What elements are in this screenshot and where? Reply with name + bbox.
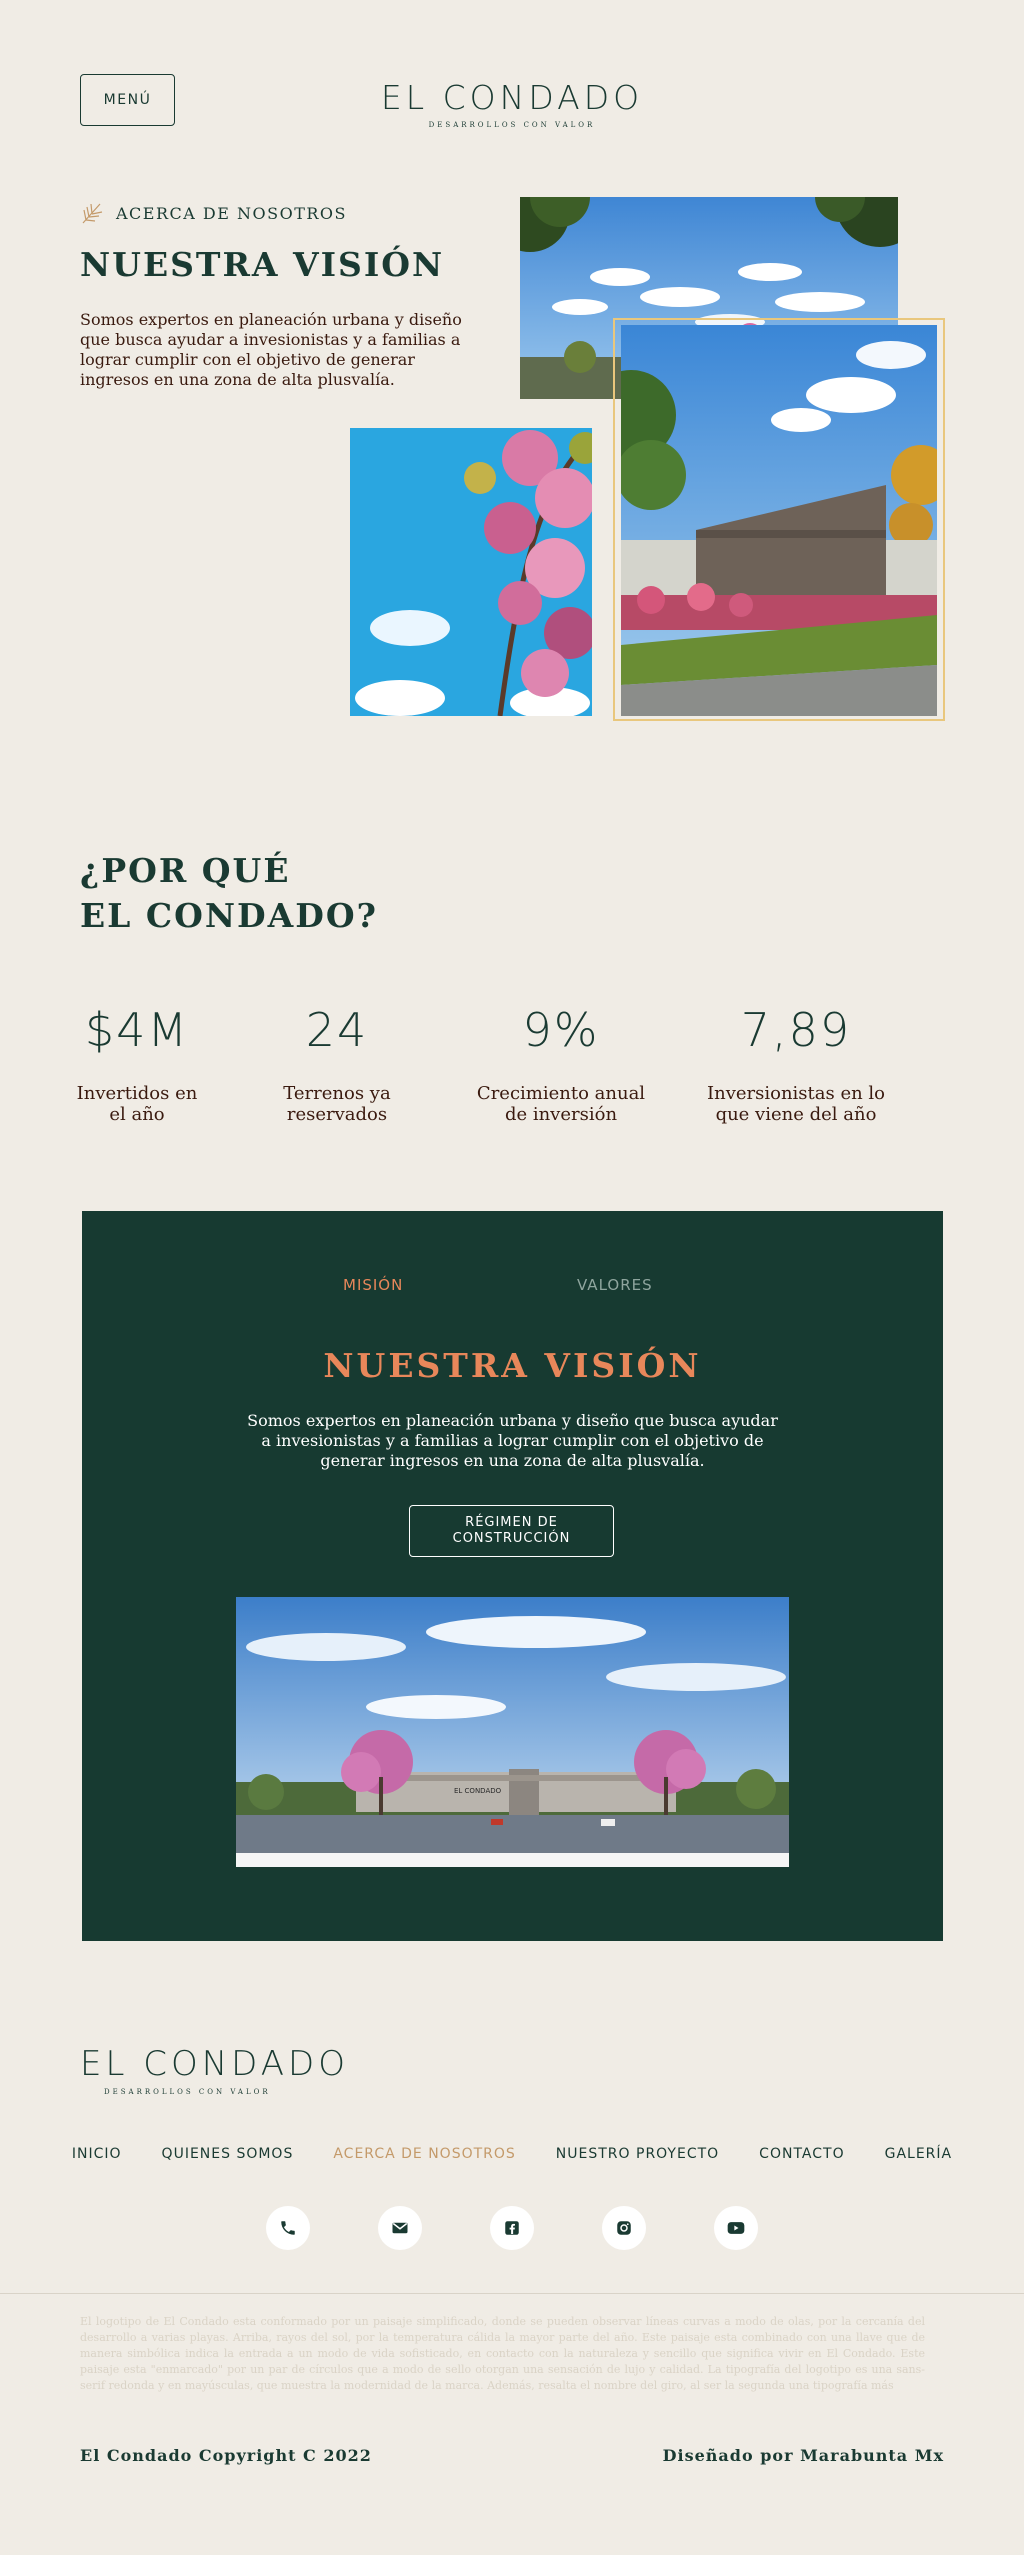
- logo-tagline: DESARROLLOS CON VALOR: [428, 121, 596, 129]
- phone-button[interactable]: [266, 2206, 310, 2250]
- construction-regime-button[interactable]: RÉGIMEN DE CONSTRUCCIÓN: [409, 1505, 614, 1557]
- entrance-gate-image: EL CONDADO: [236, 1597, 789, 1867]
- leaf-icon: [82, 203, 103, 224]
- mail-icon: [392, 2222, 408, 2234]
- stat-value: $4M: [84, 1003, 190, 1057]
- footer-nav-contacto[interactable]: CONTACTO: [759, 2146, 844, 2162]
- about-description: Somos expertos en planeación urbana y di…: [80, 310, 462, 389]
- panel-description: Somos expertos en planeación urbana y di…: [247, 1411, 778, 1470]
- stat-label: Inversionistas en lo que viene del año: [706, 1083, 886, 1125]
- tab-mission[interactable]: MISIÓN: [343, 1276, 403, 1294]
- stat-label: Invertidos en el año: [76, 1083, 198, 1125]
- stat-label: Terrenos ya reservados: [283, 1083, 391, 1125]
- section-eyebrow: ACERCA DE NOSOTROS: [80, 200, 347, 226]
- phone-icon: [281, 2221, 295, 2235]
- social-links: [0, 2206, 1024, 2250]
- stat-value: 9%: [522, 1003, 600, 1057]
- why-title: ¿POR QUÉ EL CONDADO?: [80, 848, 378, 938]
- footer-nav-quienes-somos[interactable]: QUIENES SOMOS: [162, 2146, 294, 2162]
- footer-nav-nuestro-proyecto[interactable]: NUESTRO PROYECTO: [556, 2146, 719, 2162]
- footer-logo-text: EL CONDADO: [80, 2044, 349, 2084]
- stat-value: 24: [305, 1003, 369, 1057]
- copyright-text: El Condado Copyright C 2022: [80, 2446, 372, 2465]
- designer-credit[interactable]: Diseñado por Marabunta Mx: [663, 2446, 944, 2465]
- tab-values[interactable]: VALORES: [577, 1276, 653, 1294]
- mail-button[interactable]: [378, 2206, 422, 2250]
- facebook-icon: [505, 2221, 519, 2235]
- pink-blossom-image: [350, 428, 592, 716]
- youtube-button[interactable]: [714, 2206, 758, 2250]
- about-title: NUESTRA VISIÓN: [80, 245, 445, 284]
- footer-nav-inicio[interactable]: INICIO: [72, 2146, 122, 2162]
- stat-value: 7,89: [740, 1003, 852, 1057]
- why-title-line2: EL CONDADO?: [80, 896, 378, 935]
- gate-sign-text: EL CONDADO: [454, 1787, 502, 1795]
- facebook-button[interactable]: [490, 2206, 534, 2250]
- footer-logo[interactable]: EL CONDADO DESARROLLOS CON VALOR: [80, 2044, 349, 2096]
- site-logo[interactable]: EL CONDADO DESARROLLOS CON VALOR: [0, 78, 1024, 129]
- stat-invested: $4M Invertidos en el año: [62, 1003, 212, 1125]
- instagram-icon: [617, 2221, 631, 2235]
- mission-panel: MISIÓN VALORES NUESTRA VISIÓN Somos expe…: [82, 1211, 943, 1941]
- logo-text: EL CONDADO: [380, 78, 644, 117]
- footer-nav: INICIO QUIENES SOMOS ACERCA DE NOSOTROS …: [0, 2146, 1024, 2162]
- why-title-line1: ¿POR QUÉ: [80, 851, 291, 890]
- stat-label: Crecimiento anual de inversión: [476, 1083, 646, 1125]
- entrance-wall-image: [621, 325, 937, 716]
- footer-logo-tagline: DESARROLLOS CON VALOR: [104, 2088, 271, 2096]
- stat-lots: 24 Terrenos ya reservados: [262, 1003, 412, 1125]
- stat-investors: 7,89 Inversionistas en lo que viene del a…: [696, 1003, 896, 1125]
- instagram-button[interactable]: [602, 2206, 646, 2250]
- footer-divider: [0, 2293, 1024, 2294]
- footer-nav-acerca-de-nosotros[interactable]: ACERCA DE NOSOTROS: [333, 2146, 515, 2162]
- panel-title: NUESTRA VISIÓN: [323, 1346, 702, 1385]
- footer-nav-galeria[interactable]: GALERÍA: [885, 2146, 953, 2162]
- youtube-icon: [727, 2222, 745, 2234]
- eyebrow-label: ACERCA DE NOSOTROS: [116, 203, 347, 223]
- stat-growth: 9% Crecimiento anual de inversión: [461, 1003, 661, 1125]
- logo-description-text: El logotipo de El Condado esta conformad…: [80, 2315, 925, 2392]
